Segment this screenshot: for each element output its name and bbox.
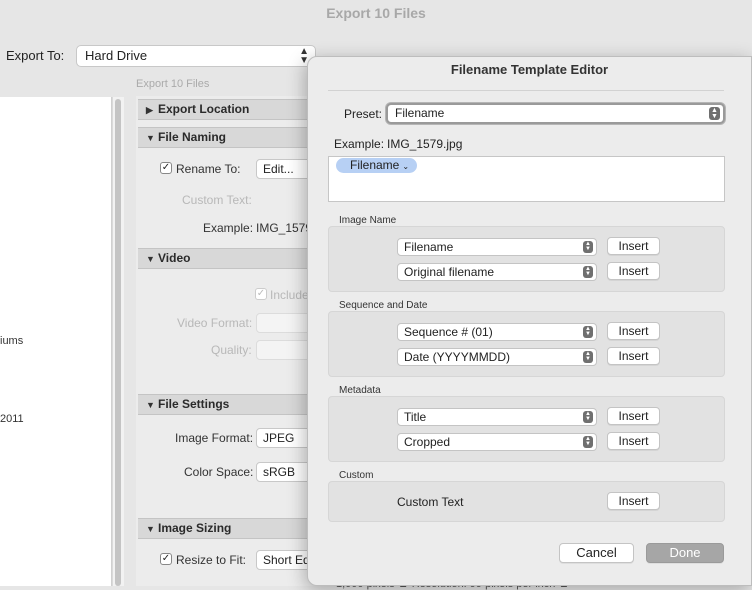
section-title: File Settings	[158, 397, 230, 411]
chevron-updown-icon: ▲ ▼	[583, 411, 593, 423]
section-export-location[interactable]: ▶ Export Location	[138, 99, 316, 120]
resize-label: Resize to Fit:	[176, 553, 247, 567]
select-value: Cropped	[404, 435, 451, 449]
preset-select[interactable]: Filename ▲ ▼	[386, 103, 725, 124]
example-label: Example:	[334, 137, 385, 151]
image-format-label: Image Format:	[175, 431, 254, 445]
metadata-select-2[interactable]: Cropped ▲ ▼	[397, 433, 597, 451]
section-title: Image Sizing	[158, 521, 232, 535]
chevron-updown-icon: ▲ ▼	[583, 436, 593, 448]
window-title: Export 10 Files	[326, 5, 426, 21]
image-name-select-1[interactable]: Filename ▲ ▼	[397, 238, 597, 256]
preset-value: Filename	[395, 106, 445, 120]
video-format-select[interactable]	[256, 313, 312, 333]
naming-example-value: IMG_1579	[256, 221, 313, 235]
disclosure-down-icon: ▼	[146, 400, 155, 410]
sheet-title: Filename Template Editor	[450, 62, 609, 77]
group-title-metadata: Metadata	[339, 385, 381, 396]
rename-select[interactable]: Edit...	[256, 159, 312, 179]
sequence-select[interactable]: Sequence # (01) ▲ ▼	[397, 323, 597, 341]
disclosure-right-icon: ▶	[146, 105, 153, 115]
group-custom	[328, 481, 725, 522]
preset-list-item[interactable]: iums	[0, 335, 23, 347]
preset-label: Preset:	[344, 107, 383, 121]
include-video-label: Include	[270, 288, 309, 302]
group-title-sequence: Sequence and Date	[339, 300, 428, 311]
rename-label: Rename To:	[176, 162, 241, 176]
chevron-updown-icon: ▲ ▼	[583, 241, 593, 253]
metadata-select-1[interactable]: Title ▲ ▼	[397, 408, 597, 426]
naming-example-label: Example:	[203, 221, 254, 235]
resize-checkbox[interactable]: ✓	[160, 553, 172, 565]
filename-token[interactable]: Filename ⌄	[336, 158, 418, 173]
insert-button[interactable]: Insert	[607, 492, 660, 510]
insert-button[interactable]: Insert	[607, 237, 660, 255]
video-quality-select[interactable]	[256, 340, 312, 360]
group-image-name	[328, 226, 725, 292]
insert-button[interactable]: Insert	[607, 407, 660, 425]
group-title-custom: Custom	[339, 470, 374, 481]
scrollbar-thumb[interactable]	[115, 99, 121, 586]
chevron-down-icon: ⌄	[402, 162, 410, 171]
divider	[328, 90, 724, 91]
date-select[interactable]: Date (YYYYMMDD) ▲ ▼	[397, 348, 597, 366]
select-value: Sequence # (01)	[404, 325, 493, 339]
cancel-button[interactable]: Cancel	[559, 543, 634, 563]
custom-text-label: Custom Text:	[182, 193, 252, 207]
export-to-select[interactable]: Hard Drive ▲ ▼	[76, 45, 316, 67]
settings-header: Export 10 Files	[136, 78, 210, 90]
insert-button[interactable]: Insert	[607, 262, 660, 280]
insert-button[interactable]: Insert	[607, 432, 660, 450]
video-quality-label: Quality:	[211, 343, 252, 357]
token-label: Filename	[350, 158, 400, 172]
color-space-select[interactable]: sRGB	[256, 462, 312, 482]
insert-button[interactable]: Insert	[607, 322, 660, 340]
color-space-label: Color Space:	[184, 465, 254, 479]
select-value: Filename	[404, 240, 454, 254]
chevron-updown-icon: ▲ ▼	[583, 326, 593, 338]
section-title: Export Location	[158, 102, 250, 116]
custom-text-label: Custom Text	[397, 495, 464, 509]
select-value: Original filename	[404, 265, 495, 279]
video-format-label: Video Format:	[177, 316, 253, 330]
select-value: Title	[404, 410, 427, 424]
disclosure-down-icon: ▼	[146, 133, 155, 143]
export-to-value: Hard Drive	[85, 48, 148, 63]
disclosure-down-icon: ▼	[146, 524, 155, 534]
group-sequence	[328, 311, 725, 377]
section-file-settings[interactable]: ▼ File Settings	[138, 394, 316, 415]
preset-list-item[interactable]: 2011	[0, 413, 24, 425]
chevron-updown-icon: ▲ ▼	[583, 351, 593, 363]
section-video[interactable]: ▼ Video	[138, 248, 316, 269]
select-value: Date (YYYYMMDD)	[404, 350, 511, 364]
section-file-naming[interactable]: ▼ File Naming	[138, 127, 316, 148]
rename-checkbox[interactable]: ✓	[160, 162, 172, 174]
chevron-updown-icon: ▲ ▼	[583, 266, 593, 278]
export-to-label: Export To:	[6, 48, 65, 63]
group-title-image-name: Image Name	[339, 215, 397, 226]
disclosure-down-icon: ▼	[146, 254, 155, 264]
chevron-updown-icon: ▲ ▼	[709, 107, 720, 120]
section-image-sizing[interactable]: ▼ Image Sizing	[138, 518, 316, 539]
example-value: IMG_1579.jpg	[387, 137, 463, 151]
group-metadata	[328, 396, 725, 462]
image-name-select-2[interactable]: Original filename ▲ ▼	[397, 263, 597, 281]
image-format-select[interactable]: JPEG	[256, 428, 312, 448]
include-video-checkbox[interactable]: ✓	[255, 288, 267, 300]
resize-select[interactable]: Short Ed	[256, 550, 312, 570]
insert-button[interactable]: Insert	[607, 347, 660, 365]
done-button[interactable]: Done	[646, 543, 724, 563]
section-title: File Naming	[158, 130, 227, 144]
section-title: Video	[158, 251, 191, 265]
